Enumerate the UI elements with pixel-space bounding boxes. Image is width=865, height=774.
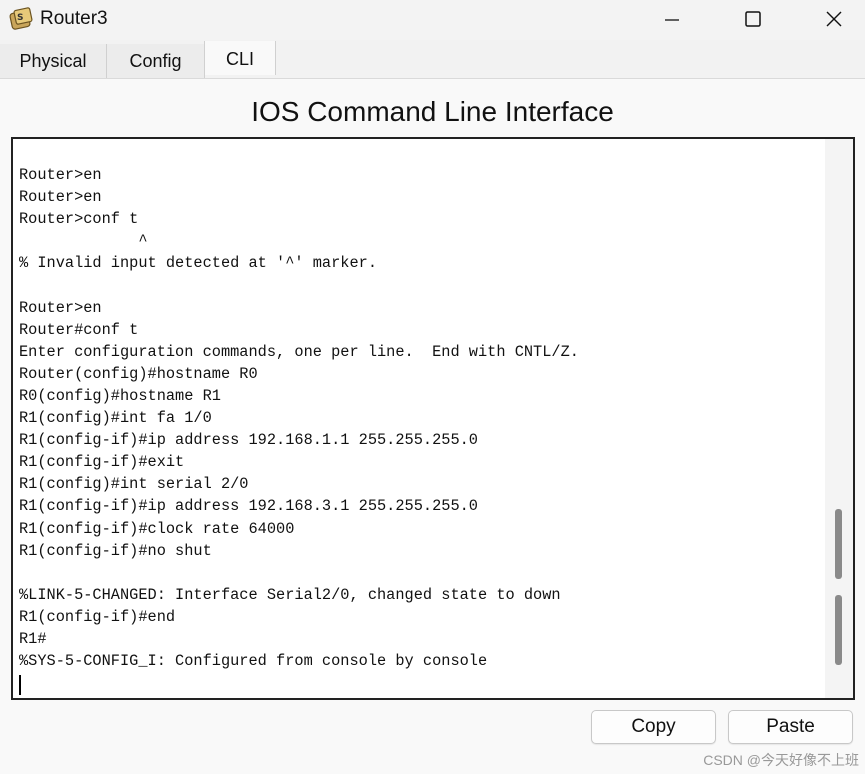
terminal-line: % Invalid input detected at '^' marker. — [19, 254, 378, 273]
cli-terminal[interactable]: Router>en Router>en Router>conf t ^ % Inval… — [11, 137, 855, 700]
terminal-line: %LINK-5-CHANGED: Interface Serial2/0, ch… — [19, 585, 561, 604]
tab-label: Physical — [19, 50, 87, 71]
terminal-line: Router(config)#hostname R0 — [19, 364, 258, 383]
terminal-line: Router>en — [19, 298, 102, 317]
terminal-line: R1(config-if)#end — [19, 607, 176, 626]
terminal-line: Router>conf t — [19, 210, 139, 229]
window-title: Router3 — [40, 8, 108, 29]
tab-label: Config — [129, 50, 182, 71]
paste-button[interactable]: Paste — [728, 710, 853, 744]
close-icon — [826, 11, 842, 27]
terminal-line: ^ — [19, 232, 148, 251]
close-button[interactable] — [811, 0, 857, 38]
terminal-line: Router>en — [19, 166, 102, 184]
terminal-line: %SYS-5-CONFIG_I: Configured from console… — [19, 652, 488, 671]
terminal-line: Router#conf t — [19, 320, 139, 339]
terminal-line: R1(config)#int fa 1/0 — [19, 409, 212, 428]
maximize-button[interactable] — [730, 0, 776, 38]
tab-config[interactable]: Config — [107, 44, 205, 78]
terminal-line: R1(config-if)#ip address 192.168.1.1 255… — [19, 431, 478, 450]
terminal-line: R1# — [19, 629, 47, 648]
terminal-line: Router>en — [19, 188, 102, 207]
copy-button[interactable]: Copy — [591, 710, 716, 744]
tab-bar: Physical Config CLI — [0, 41, 865, 79]
watermark: CSDN @今天好像不上班 — [703, 752, 859, 768]
tab-physical[interactable]: Physical — [0, 44, 107, 78]
svg-text:S: S — [17, 13, 23, 23]
text-cursor — [19, 675, 21, 695]
maximize-icon — [745, 11, 761, 27]
terminal-line: R1(config-if)#ip address 192.168.3.1 255… — [19, 497, 478, 516]
terminal-line: R1(config-if)#clock rate 64000 — [19, 519, 295, 538]
minimize-button[interactable] — [649, 0, 695, 38]
scrollbar-thumb[interactable] — [835, 509, 842, 579]
terminal-line: R1(config-if)#no shut — [19, 541, 212, 560]
terminal-scrollbar[interactable] — [825, 139, 853, 698]
terminal-line: Enter configuration commands, one per li… — [19, 342, 579, 361]
terminal-line: R1(config)#int serial 2/0 — [19, 475, 249, 494]
tab-label: CLI — [225, 49, 254, 69]
page-title: IOS Command Line Interface — [251, 96, 614, 127]
terminal-line: R1(config-if)#exit — [19, 453, 185, 472]
scrollbar-thumb[interactable] — [835, 595, 842, 665]
router-app-icon: S — [9, 7, 33, 30]
title-bar: S Router3 — [0, 0, 865, 40]
tab-cli[interactable]: CLI — [204, 41, 276, 75]
minimize-icon — [665, 19, 679, 21]
terminal-output: Router>en Router>en Router>conf t ^ % Inval… — [19, 164, 824, 672]
terminal-line: R0(config)#hostname R1 — [19, 386, 221, 405]
